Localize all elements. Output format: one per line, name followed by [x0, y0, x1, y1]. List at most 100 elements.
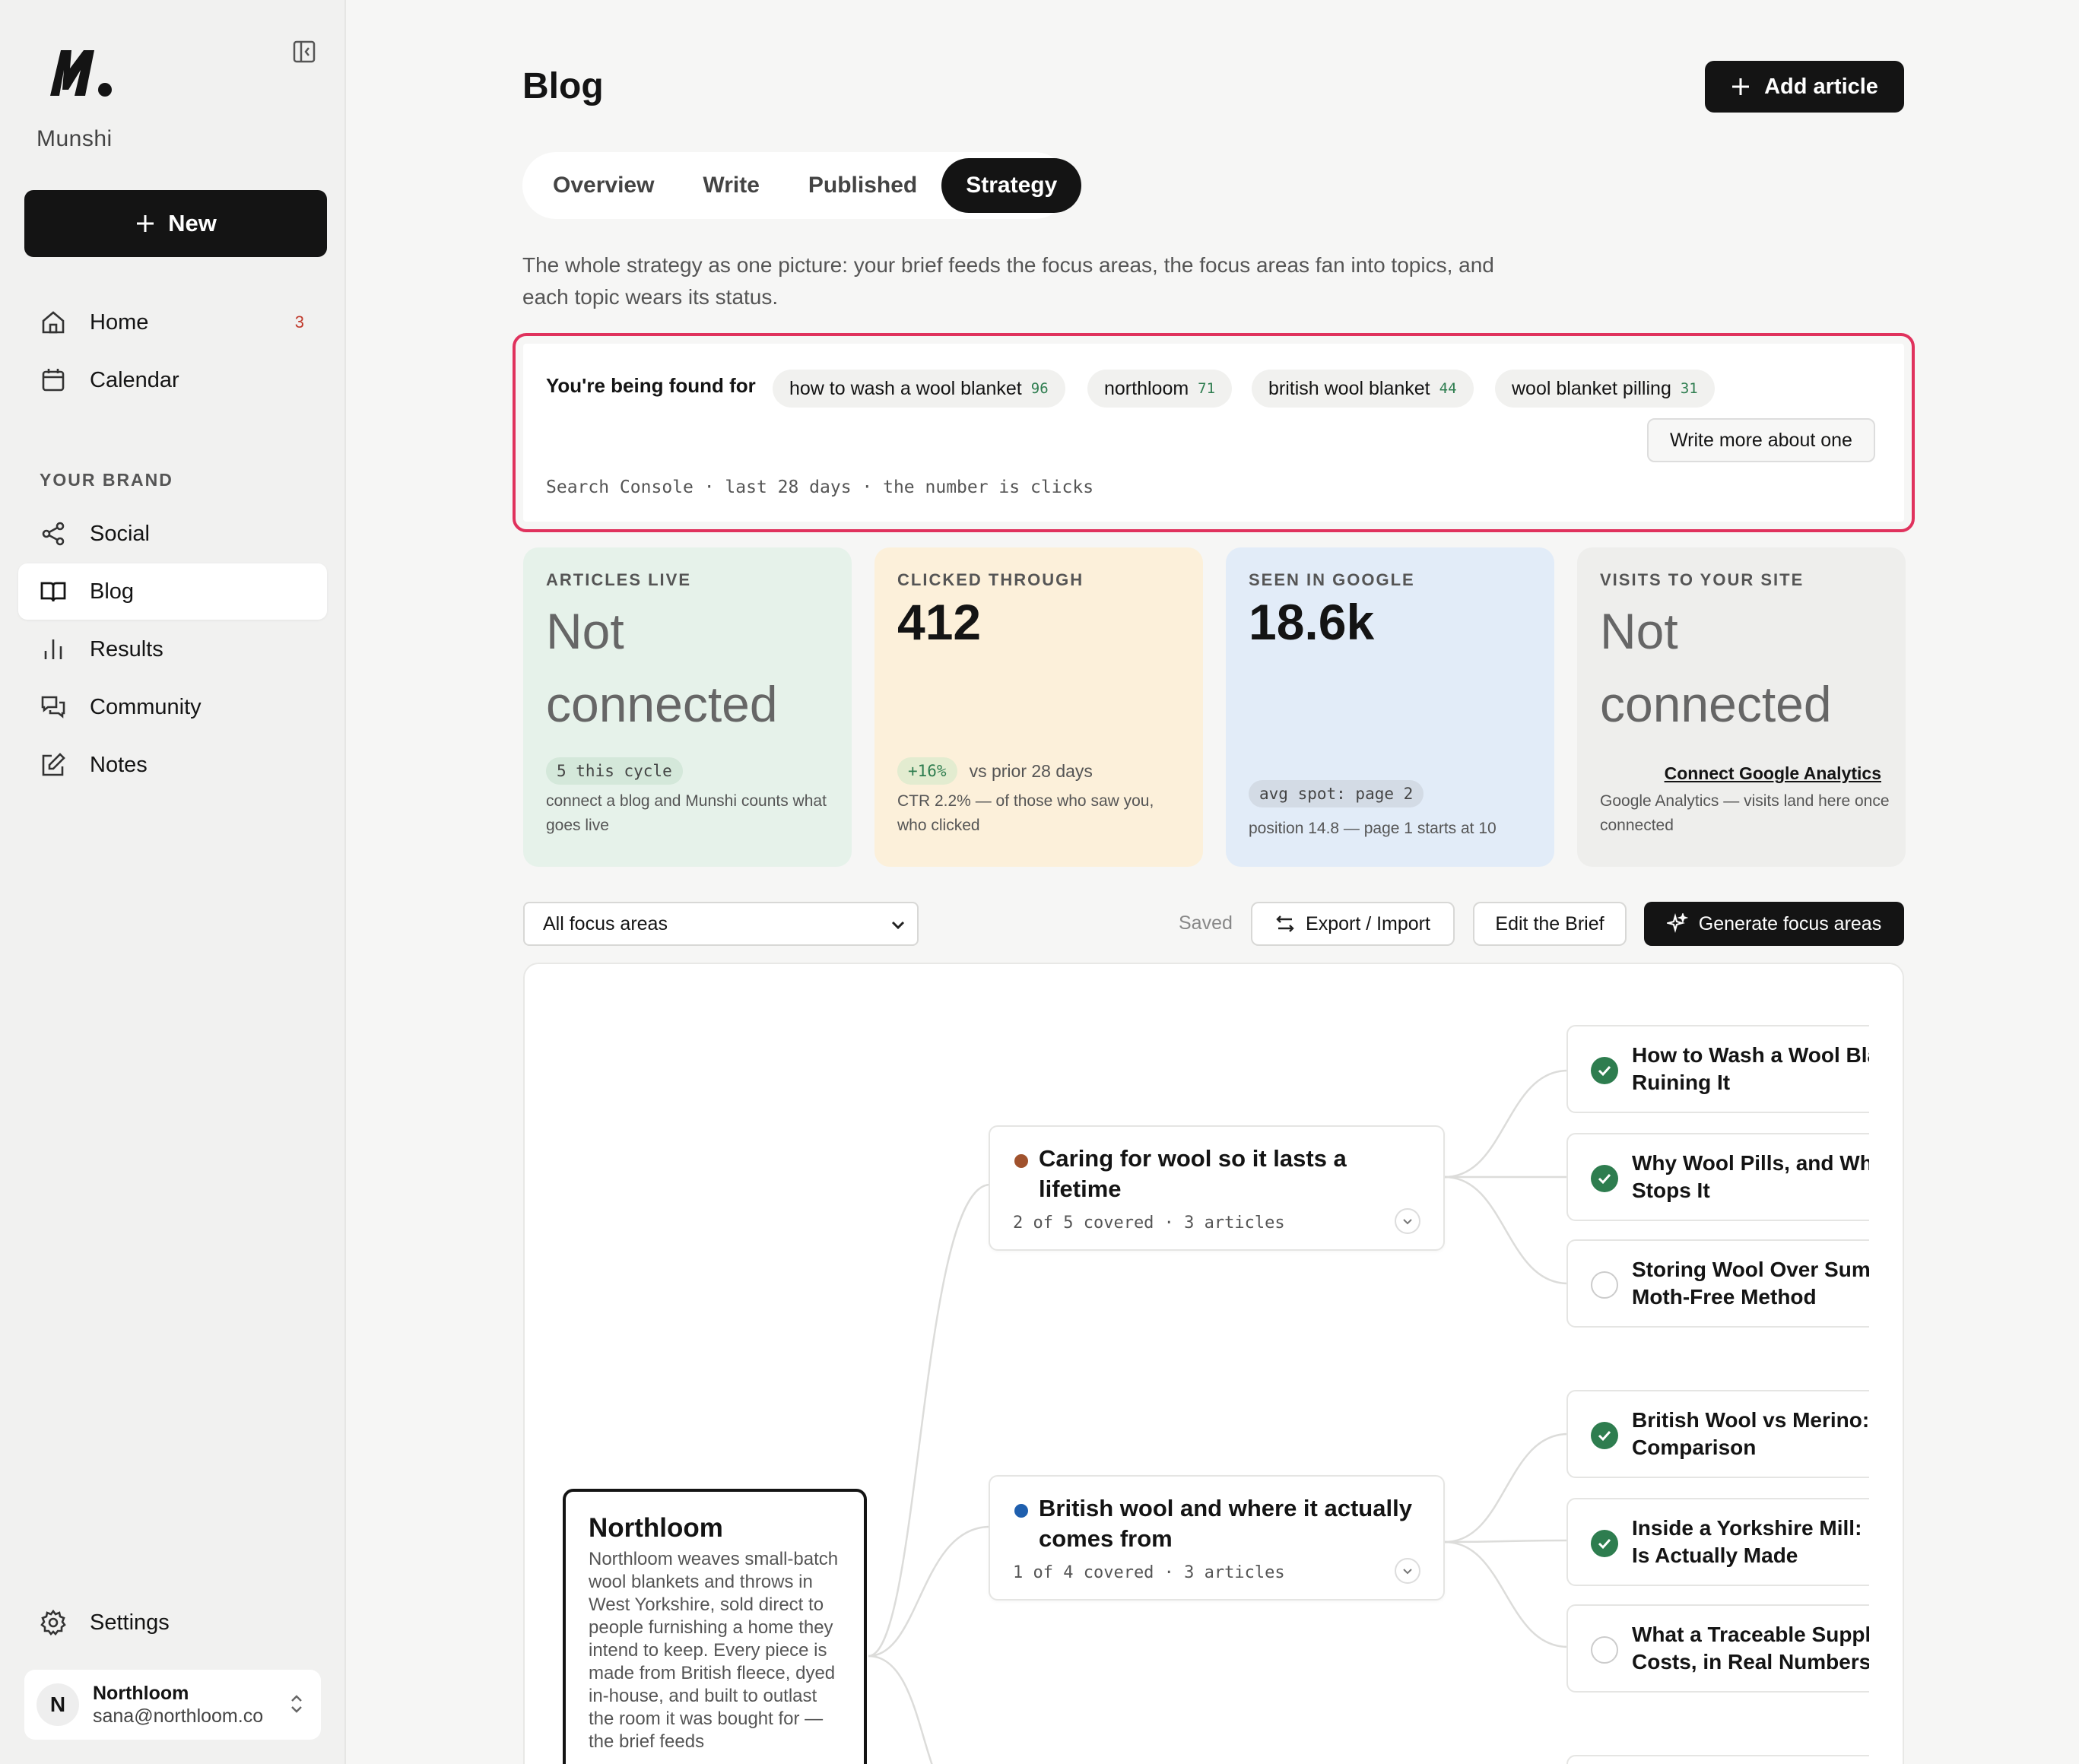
query-clicks: 96 — [1030, 380, 1049, 397]
sidebar-item-label: Notes — [90, 752, 148, 777]
sidebar-item-social[interactable]: Social — [18, 506, 327, 562]
edit-brief-label: Edit the Brief — [1495, 912, 1604, 934]
strategy-map: Northloom Northloom weaves small-batch w… — [523, 963, 1904, 1764]
chevron-up-down-icon — [291, 1695, 302, 1713]
sidebar-item-home[interactable]: Home 3 — [18, 294, 327, 351]
found-for-label: You're being found for — [546, 374, 756, 397]
sidebar-item-settings[interactable]: Settings — [18, 1594, 327, 1651]
home-icon — [42, 311, 65, 334]
found-for-note: Search Console · last 28 days · the numb… — [546, 477, 1094, 497]
add-article-label: Add article — [1764, 74, 1878, 99]
query-clicks: 44 — [1439, 380, 1457, 397]
sidebar-item-blog[interactable]: Blog — [18, 563, 327, 620]
swap-arrows-icon — [1276, 915, 1294, 932]
expand-chevron-icon[interactable] — [1395, 1558, 1420, 1584]
account-email: sana@northloom.co — [93, 1705, 264, 1727]
tab-published[interactable]: Published — [784, 158, 941, 213]
query-chip[interactable]: british wool blanket 44 — [1252, 370, 1474, 408]
sidebar-item-community[interactable]: Community — [18, 679, 327, 735]
tab-bar: Overview Write Published Strategy — [522, 152, 1082, 219]
edit-brief-button[interactable]: Edit the Brief — [1473, 902, 1627, 946]
focus-area-filter[interactable]: All focus areas — [523, 902, 919, 946]
sidebar-item-results[interactable]: Results — [18, 621, 327, 677]
export-import-label: Export / Import — [1306, 912, 1430, 934]
brief-title: Northloom — [589, 1513, 723, 1543]
stat-subtext: Google Analytics — visits land here once… — [1600, 792, 1890, 834]
brief-description: Northloom weaves small-batch wool blanke… — [589, 1549, 839, 1752]
write-more-button[interactable]: Write more about one — [1647, 418, 1875, 462]
plus-icon — [1732, 78, 1750, 95]
tab-strategy[interactable]: Strategy — [941, 158, 1082, 213]
topic-title: British Wool vs Merino: — [1632, 1408, 1870, 1432]
focus-area-card[interactable]: Caring for wool so it lasts a lifetime 2… — [989, 1125, 1445, 1251]
expand-chevron-icon[interactable] — [1395, 1208, 1420, 1234]
stat-label: VISITS TO YOUR SITE — [1600, 570, 1804, 589]
share-icon — [42, 522, 65, 546]
stat-subtext: position 14.8 — page 1 starts at 10 — [1249, 820, 1497, 837]
connect-analytics-link[interactable]: Connect Google Analytics — [1665, 763, 1881, 784]
brief-root-node[interactable]: Northloom Northloom weaves small-batch w… — [563, 1489, 867, 1764]
stat-pill: 5 this cycle — [546, 757, 683, 785]
empty-circle-icon — [1591, 1271, 1618, 1299]
tab-overview[interactable]: Overview — [528, 158, 678, 213]
topic-title: Inside a Yorkshire Mill: H — [1632, 1516, 1884, 1540]
topic-title-line2: Comparison — [1632, 1436, 1757, 1459]
munshi-logo[interactable] — [47, 46, 116, 104]
topic-title-line2: Moth-Free Method — [1632, 1285, 1817, 1309]
stat-card-seen-in-google: SEEN IN GOOGLE 18.6k avg spot: page 2 po… — [1226, 547, 1554, 867]
query-chip[interactable]: northloom 71 — [1087, 370, 1233, 408]
sidebar-item-notes[interactable]: Notes — [18, 737, 327, 793]
page-title: Blog — [522, 66, 604, 106]
focus-area-meta: 2 of 5 covered · 3 articles — [1013, 1214, 1285, 1233]
query-chip[interactable]: how to wash a wool blanket 96 — [773, 370, 1065, 408]
stat-label: CLICKED THROUGH — [897, 570, 1084, 589]
focus-area-card[interactable]: British wool and where it actually comes… — [989, 1475, 1445, 1601]
topic-title-line2: Is Actually Made — [1632, 1544, 1798, 1567]
stat-value: Not connected — [546, 603, 778, 732]
tab-write[interactable]: Write — [678, 158, 783, 213]
topic-card[interactable] — [1566, 1755, 1903, 1764]
notification-badge: 3 — [294, 313, 304, 332]
book-icon — [40, 582, 66, 602]
focus-color-dot — [1014, 1504, 1028, 1518]
sidebar-item-calendar[interactable]: Calendar — [18, 352, 327, 408]
export-import-button[interactable]: Export / Import — [1251, 902, 1455, 946]
stat-change-pill: +16% — [897, 757, 957, 785]
stat-pill: avg spot: page 2 — [1249, 780, 1424, 807]
topic-title: What a Traceable Suppl — [1632, 1623, 1871, 1646]
gear-icon — [40, 1609, 66, 1636]
query-chip[interactable]: wool blanket pilling 31 — [1495, 370, 1715, 408]
topic-card[interactable]: What a Traceable Suppl Costs, in Real Num… — [1566, 1604, 1903, 1693]
map-clip-edge — [1869, 964, 1903, 1764]
topic-card[interactable]: Inside a Yorkshire Mill: H Is Actually Ma… — [1566, 1498, 1903, 1586]
topic-card[interactable]: Storing Wool Over Sumr Moth-Free Method — [1566, 1239, 1903, 1328]
sidebar-item-label: Calendar — [90, 367, 179, 392]
focus-area-title: British wool and where it actually comes… — [1039, 1495, 1412, 1552]
topic-title-line2: Ruining It — [1632, 1071, 1731, 1094]
generate-focus-areas-button[interactable]: Generate focus areas — [1644, 902, 1904, 946]
stat-card-visits: VISITS TO YOUR SITE Not connected Connec… — [1577, 547, 1906, 867]
stat-value: 412 — [897, 594, 982, 650]
add-article-button[interactable]: Add article — [1705, 61, 1904, 113]
brand-name: Munshi — [37, 126, 113, 151]
sidebar-item-label: Social — [90, 521, 150, 546]
stat-label: SEEN IN GOOGLE — [1249, 570, 1415, 589]
topic-card[interactable]: How to Wash a Wool Bla Ruining It — [1566, 1025, 1903, 1113]
focus-area-meta: 1 of 4 covered · 3 articles — [1013, 1563, 1285, 1582]
stat-change-note: vs prior 28 days — [969, 761, 1093, 781]
account-switcher[interactable]: N Northloom sana@northloom.co — [24, 1670, 321, 1740]
new-button[interactable]: New — [24, 190, 327, 257]
sidebar: Munshi New Home 3 Calendar YOUR BRAND So… — [0, 0, 346, 1764]
topic-title: Why Wool Pills, and Wha — [1632, 1151, 1885, 1175]
topic-card[interactable]: British Wool vs Merino: Comparison — [1566, 1390, 1903, 1478]
sidebar-item-label: Home — [90, 309, 149, 335]
stat-card-articles-live: ARTICLES LIVE Not connected 5 this cycle… — [523, 547, 852, 867]
check-circle-icon — [1591, 1165, 1618, 1192]
sparkle-icon — [1666, 913, 1688, 934]
topic-card[interactable]: Why Wool Pills, and Wha Stops It — [1566, 1133, 1903, 1221]
query-clicks: 71 — [1198, 380, 1216, 397]
query-text: how to wash a wool blanket — [789, 377, 1022, 399]
collapse-sidebar-icon[interactable] — [292, 40, 316, 64]
sidebar-item-label: Community — [90, 694, 202, 719]
avatar: N — [37, 1683, 79, 1726]
